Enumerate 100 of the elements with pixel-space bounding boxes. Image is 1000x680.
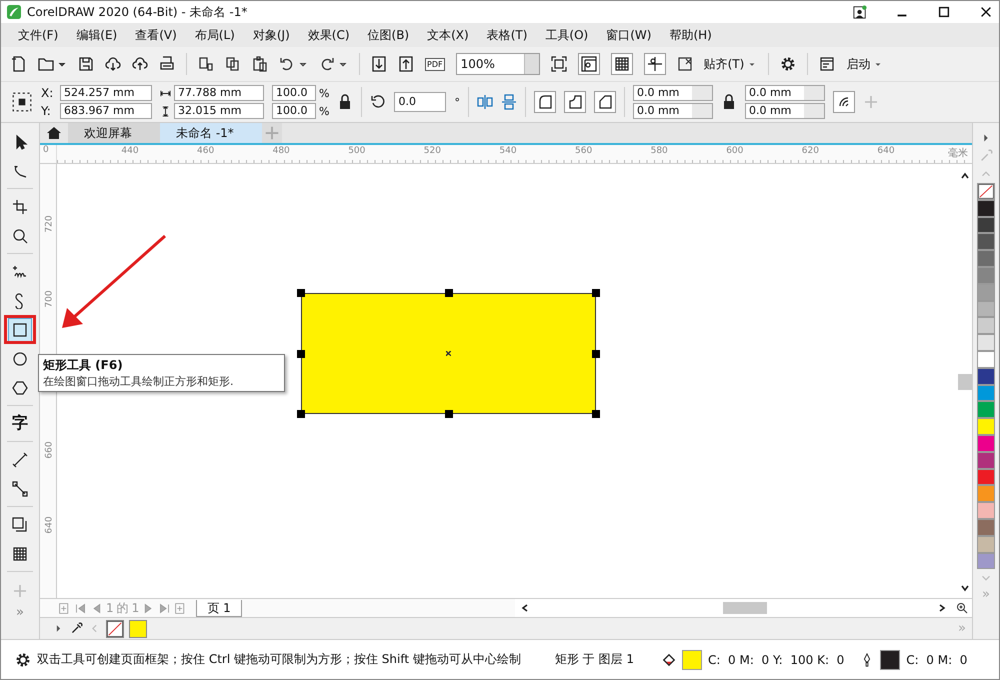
corner-radius-field[interactable]: 0.0 mm bbox=[744, 85, 825, 101]
close-icon[interactable] bbox=[979, 5, 993, 19]
last-page-icon[interactable] bbox=[158, 602, 172, 614]
width-field[interactable]: 77.788 mm bbox=[174, 85, 264, 101]
flip-vertical-icon[interactable] bbox=[500, 94, 517, 110]
no-color-swatch[interactable] bbox=[106, 620, 124, 638]
scrollbar-thumb[interactable] bbox=[722, 602, 767, 614]
document-tab[interactable]: 欢迎屏幕 bbox=[68, 123, 160, 143]
flip-horizontal-icon[interactable] bbox=[476, 94, 493, 110]
menu-item[interactable]: 布局(L) bbox=[186, 26, 244, 44]
first-page-icon[interactable] bbox=[74, 602, 87, 614]
undo-icon[interactable] bbox=[279, 56, 295, 72]
color-swatch[interactable] bbox=[977, 518, 995, 536]
color-swatch[interactable] bbox=[977, 200, 995, 217]
color-swatch[interactable] bbox=[977, 216, 995, 234]
corner-radius-field[interactable]: 0.0 mm bbox=[632, 85, 713, 101]
launch-menu[interactable]: 启动 bbox=[846, 56, 870, 72]
chamfer-corner-icon[interactable] bbox=[594, 91, 616, 113]
color-swatch[interactable] bbox=[977, 552, 995, 570]
paste-icon[interactable] bbox=[252, 56, 268, 72]
menu-item[interactable]: 帮助(H) bbox=[660, 26, 721, 44]
no-color-swatch[interactable] bbox=[977, 183, 995, 200]
color-swatch[interactable] bbox=[977, 384, 995, 402]
menu-item[interactable]: 表格(T) bbox=[478, 26, 536, 44]
color-swatch[interactable] bbox=[977, 452, 995, 469]
rotate-icon[interactable] bbox=[370, 94, 386, 110]
color-swatch[interactable] bbox=[977, 401, 995, 418]
color-swatch[interactable] bbox=[977, 536, 995, 553]
eyedropper-icon[interactable] bbox=[70, 622, 83, 635]
grid-icon[interactable] bbox=[610, 53, 633, 75]
y-position-field[interactable]: 683.967 mm bbox=[60, 103, 152, 119]
color-swatch[interactable] bbox=[977, 485, 995, 502]
redo-icon[interactable] bbox=[319, 56, 335, 72]
export-icon[interactable] bbox=[398, 56, 414, 72]
cloud-download-icon[interactable] bbox=[105, 56, 121, 72]
color-swatch[interactable] bbox=[977, 418, 995, 435]
color-swatch[interactable] bbox=[977, 502, 995, 519]
round-corner-icon[interactable] bbox=[534, 91, 556, 113]
menu-item[interactable]: 窗口(W) bbox=[597, 26, 660, 44]
document-tab[interactable]: 未命名 -1* bbox=[160, 123, 262, 143]
menu-item[interactable]: 编辑(E) bbox=[67, 26, 126, 44]
import-icon[interactable] bbox=[371, 56, 387, 72]
maximize-icon[interactable] bbox=[937, 5, 951, 19]
page-tab[interactable]: 页 1 bbox=[196, 600, 242, 616]
color-swatch[interactable] bbox=[977, 350, 995, 368]
menu-item[interactable]: 文本(X) bbox=[418, 26, 478, 44]
menu-item[interactable]: 对象(J) bbox=[244, 26, 299, 44]
publish-pdf-button[interactable]: PDF bbox=[425, 58, 445, 70]
color-swatch[interactable] bbox=[977, 334, 995, 351]
color-swatch[interactable] bbox=[129, 620, 147, 638]
account-icon[interactable] bbox=[853, 5, 867, 19]
menu-item[interactable]: 效果(C) bbox=[298, 26, 359, 44]
color-swatch[interactable] bbox=[977, 284, 995, 301]
settings-icon[interactable] bbox=[15, 652, 31, 668]
rectangle-shape[interactable] bbox=[301, 293, 596, 414]
zoom-level-dropdown[interactable]: 100% bbox=[456, 53, 540, 75]
color-swatch[interactable] bbox=[977, 434, 995, 452]
selection-handle[interactable] bbox=[444, 289, 452, 297]
menu-item[interactable]: 文件(F) bbox=[9, 26, 68, 44]
text-tool[interactable]: 字 bbox=[8, 412, 32, 436]
color-swatch[interactable] bbox=[977, 468, 995, 486]
corner-radius-field[interactable]: 0.0 mm bbox=[744, 103, 825, 119]
selection-handle[interactable] bbox=[592, 289, 600, 297]
x-position-field[interactable]: 524.257 mm bbox=[60, 85, 152, 101]
full-screen-icon[interactable] bbox=[550, 56, 567, 72]
menu-item[interactable]: 位图(B) bbox=[358, 26, 418, 44]
selection-handle[interactable] bbox=[297, 410, 305, 418]
scallop-corner-icon[interactable] bbox=[564, 91, 586, 113]
color-swatch[interactable] bbox=[977, 317, 995, 334]
open-folder-icon[interactable] bbox=[38, 56, 54, 72]
rotation-angle-field[interactable]: 0.0 bbox=[394, 92, 446, 112]
object-origin-icon[interactable] bbox=[11, 91, 33, 113]
selection-handle[interactable] bbox=[592, 410, 600, 418]
menu-item[interactable]: 查看(V) bbox=[126, 26, 186, 44]
print-icon[interactable] bbox=[159, 56, 175, 72]
selection-handle[interactable] bbox=[297, 289, 305, 297]
selection-handle[interactable] bbox=[444, 410, 452, 418]
height-field[interactable]: 32.015 mm bbox=[174, 103, 264, 119]
new-document-icon[interactable] bbox=[11, 56, 27, 72]
rectangle-tool[interactable] bbox=[8, 318, 32, 342]
snap-to-menu[interactable]: 贴齐(T) bbox=[704, 56, 744, 72]
zoom-icon[interactable] bbox=[956, 602, 968, 614]
color-swatch[interactable] bbox=[977, 300, 995, 318]
cloud-upload-icon[interactable] bbox=[132, 56, 148, 72]
scale-x-field[interactable]: 100.0 bbox=[272, 85, 316, 101]
color-swatch[interactable] bbox=[977, 233, 995, 250]
guidelines-icon[interactable] bbox=[644, 53, 666, 75]
settings-icon[interactable] bbox=[780, 56, 796, 72]
selection-handle[interactable] bbox=[592, 350, 600, 358]
corner-radius-field[interactable]: 0.0 mm bbox=[632, 103, 713, 119]
color-swatch[interactable] bbox=[977, 250, 995, 267]
selection-handle[interactable] bbox=[297, 350, 305, 358]
save-icon[interactable] bbox=[78, 56, 94, 72]
color-swatch[interactable] bbox=[977, 266, 995, 284]
copy-icon[interactable] bbox=[225, 56, 241, 72]
add-page-icon[interactable] bbox=[58, 602, 71, 614]
scrollbar-thumb[interactable] bbox=[958, 374, 972, 390]
rulers-icon[interactable] bbox=[578, 53, 600, 75]
menu-item[interactable]: 工具(O) bbox=[536, 26, 598, 44]
home-icon[interactable] bbox=[46, 125, 62, 141]
